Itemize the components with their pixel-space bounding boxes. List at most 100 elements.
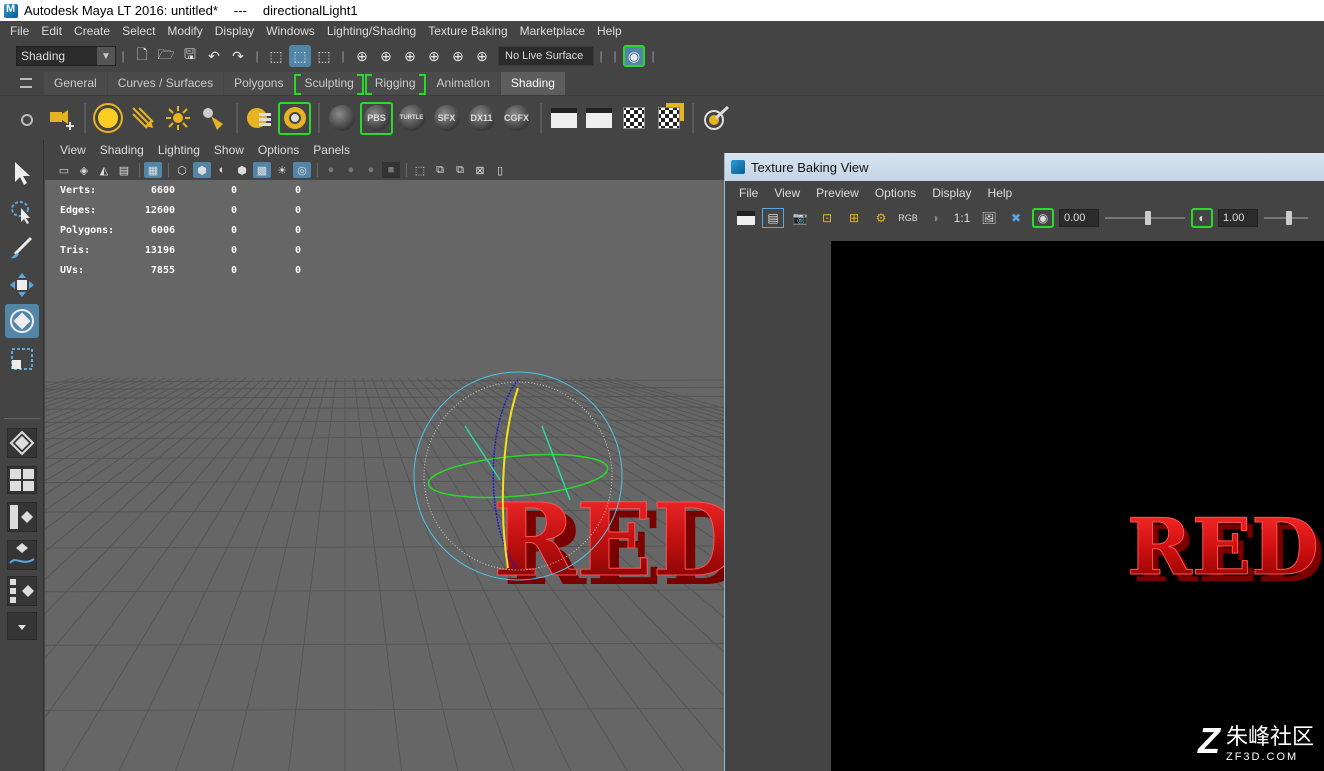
camera-aim-icon[interactable] <box>44 102 77 135</box>
use-all-lights-icon[interactable]: ▩ <box>253 162 271 178</box>
shelf-menu-icon[interactable] <box>20 78 32 88</box>
rotate-tool-icon[interactable] <box>5 304 39 338</box>
tb-menu-display[interactable]: Display <box>924 186 979 200</box>
bookmarks-icon[interactable]: ▤ <box>115 162 133 178</box>
tab-polygons[interactable]: Polygons <box>224 72 294 95</box>
render-settings-icon[interactable] <box>278 101 311 135</box>
menu-help[interactable]: Help <box>591 21 628 42</box>
snap-grid-icon[interactable]: ⊕ <box>351 45 373 67</box>
ambient-light-icon[interactable] <box>91 102 124 135</box>
cgfx-material-icon[interactable]: CGFX <box>500 102 533 135</box>
gamma-slider[interactable] <box>1264 211 1308 225</box>
screen-space-ao-icon[interactable]: ◎ <box>293 162 311 178</box>
camera-select-icon[interactable]: ▭ <box>55 162 73 178</box>
graph-editor-layout-icon[interactable] <box>7 540 37 570</box>
alpha-channel-icon[interactable]: ◑ <box>924 208 946 228</box>
textured-icon[interactable]: ⬢ <box>233 162 251 178</box>
shadows-icon[interactable]: ☀ <box>273 162 291 178</box>
camera-attributes-icon[interactable]: ◈ <box>75 162 93 178</box>
snap-curve-icon[interactable]: ⊕ <box>375 45 397 67</box>
redo-icon[interactable]: ↷ <box>227 45 249 67</box>
menu-set-dropdown[interactable]: Shading ▼ <box>16 46 116 66</box>
snap-view-plane-icon[interactable]: ⊕ <box>423 45 445 67</box>
material-ball-icon[interactable] <box>325 102 358 135</box>
panel-menu-lighting[interactable]: Lighting <box>151 143 207 157</box>
pbs-material-icon[interactable]: PBS <box>360 101 393 135</box>
tab-shading[interactable]: Shading <box>500 72 565 95</box>
gamma-slider-knob[interactable] <box>1286 211 1292 225</box>
image-plane-icon[interactable]: ◭ <box>95 162 113 178</box>
collapse-handle[interactable]: | <box>598 46 604 66</box>
collapse-handle[interactable]: | <box>612 46 618 66</box>
gamma-field[interactable]: 1.00 <box>1218 209 1258 227</box>
move-tool-icon[interactable] <box>5 268 39 302</box>
wireframe-icon[interactable]: ⬡ <box>173 162 191 178</box>
layout-options-icon[interactable] <box>7 612 37 640</box>
directional-light-icon[interactable] <box>126 102 159 135</box>
render-view-icon[interactable]: ◉ <box>623 45 645 67</box>
select-component-icon[interactable]: ⬚ <box>313 45 335 67</box>
panel-menu-show[interactable]: Show <box>207 143 251 157</box>
single-perspective-layout-icon[interactable] <box>7 428 37 458</box>
menu-file[interactable]: File <box>4 21 35 42</box>
panel-menu-options[interactable]: Options <box>251 143 306 157</box>
collapse-handle[interactable]: | <box>254 46 260 66</box>
frame-all-icon[interactable]: ⊠ <box>471 162 489 178</box>
xray-joints-icon[interactable]: ⧉ <box>431 162 449 178</box>
hypershade-icon[interactable] <box>243 102 276 135</box>
depth-of-field-icon[interactable]: ● <box>362 162 380 178</box>
gamma-icon[interactable]: ◐ <box>1191 208 1213 228</box>
tab-rigging[interactable]: Rigging <box>364 72 426 95</box>
snapshot-icon[interactable]: 📷 <box>789 208 811 228</box>
tb-menu-file[interactable]: File <box>731 186 766 200</box>
clear-image-icon[interactable]: ✖ <box>1005 208 1027 228</box>
collapse-handle[interactable]: | <box>120 46 126 66</box>
panel-menu-panels[interactable]: Panels <box>306 143 357 157</box>
panel-menu-view[interactable]: View <box>53 143 93 157</box>
open-scene-icon[interactable]: 🗁 <box>155 45 177 67</box>
tab-general[interactable]: General <box>44 72 107 95</box>
display-image-icon[interactable]: 🖼 <box>978 208 1000 228</box>
collapse-handle[interactable]: | <box>340 46 346 66</box>
exposure-field[interactable]: 0.00 <box>1059 209 1099 227</box>
render-frame-icon[interactable] <box>547 102 580 135</box>
select-hierarchy-icon[interactable]: ⬚ <box>265 45 287 67</box>
exposure-icon[interactable]: ◉ <box>1032 208 1054 228</box>
xray-active-icon[interactable]: ⧉ <box>451 162 469 178</box>
hypershade-layout-icon[interactable] <box>7 576 37 606</box>
gear-icon[interactable] <box>21 114 33 126</box>
menu-lighting-shading[interactable]: Lighting/Shading <box>321 21 422 42</box>
menu-modify[interactable]: Modify <box>161 21 208 42</box>
isolate-select-icon[interactable]: ⬚ <box>411 162 429 178</box>
tab-sculpting[interactable]: Sculpting <box>294 72 365 95</box>
panel-menu-shading[interactable]: Shading <box>93 143 151 157</box>
smooth-shade-icon[interactable]: ⬢ <box>193 162 211 178</box>
sfx-material-icon[interactable]: SFX <box>430 102 463 135</box>
dx11-material-icon[interactable]: DX11 <box>465 102 498 135</box>
texture-checker-icon[interactable] <box>617 102 650 135</box>
rgb-channel-button[interactable]: RGB <box>897 208 919 228</box>
turtle-material-icon[interactable]: TURTLE <box>395 102 428 135</box>
anti-aliasing-icon[interactable]: ● <box>342 162 360 178</box>
bake-selected-icon[interactable]: ⊡ <box>816 208 838 228</box>
select-object-icon[interactable]: ⬚ <box>289 45 311 67</box>
collapse-handle[interactable]: | <box>650 46 656 66</box>
menu-edit[interactable]: Edit <box>35 21 68 42</box>
snap-point-icon[interactable]: ⊕ <box>399 45 421 67</box>
tb-menu-options[interactable]: Options <box>867 186 924 200</box>
grid-toggle-icon[interactable]: ▦ <box>144 162 162 178</box>
red-text-model[interactable]: RED RED <box>45 180 725 771</box>
texture-baking-title-bar[interactable]: Texture Baking View <box>725 153 1324 181</box>
scale-tool-icon[interactable] <box>5 342 39 376</box>
live-surface-field[interactable]: No Live Surface <box>498 46 594 66</box>
perspective-outliner-layout-icon[interactable] <box>7 502 37 532</box>
bake-options-icon[interactable]: ⚙ <box>870 208 892 228</box>
bake-frame-icon[interactable] <box>735 208 757 228</box>
xray-icon[interactable]: ■ <box>382 162 400 178</box>
new-scene-icon[interactable]: 🗋 <box>131 45 153 67</box>
menu-texture-baking[interactable]: Texture Baking <box>422 21 513 42</box>
four-view-layout-icon[interactable] <box>7 466 37 494</box>
bake-region-icon[interactable]: ▤ <box>762 208 784 228</box>
wireframe-on-shaded-icon[interactable]: ◐ <box>213 162 231 178</box>
menu-select[interactable]: Select <box>116 21 161 42</box>
